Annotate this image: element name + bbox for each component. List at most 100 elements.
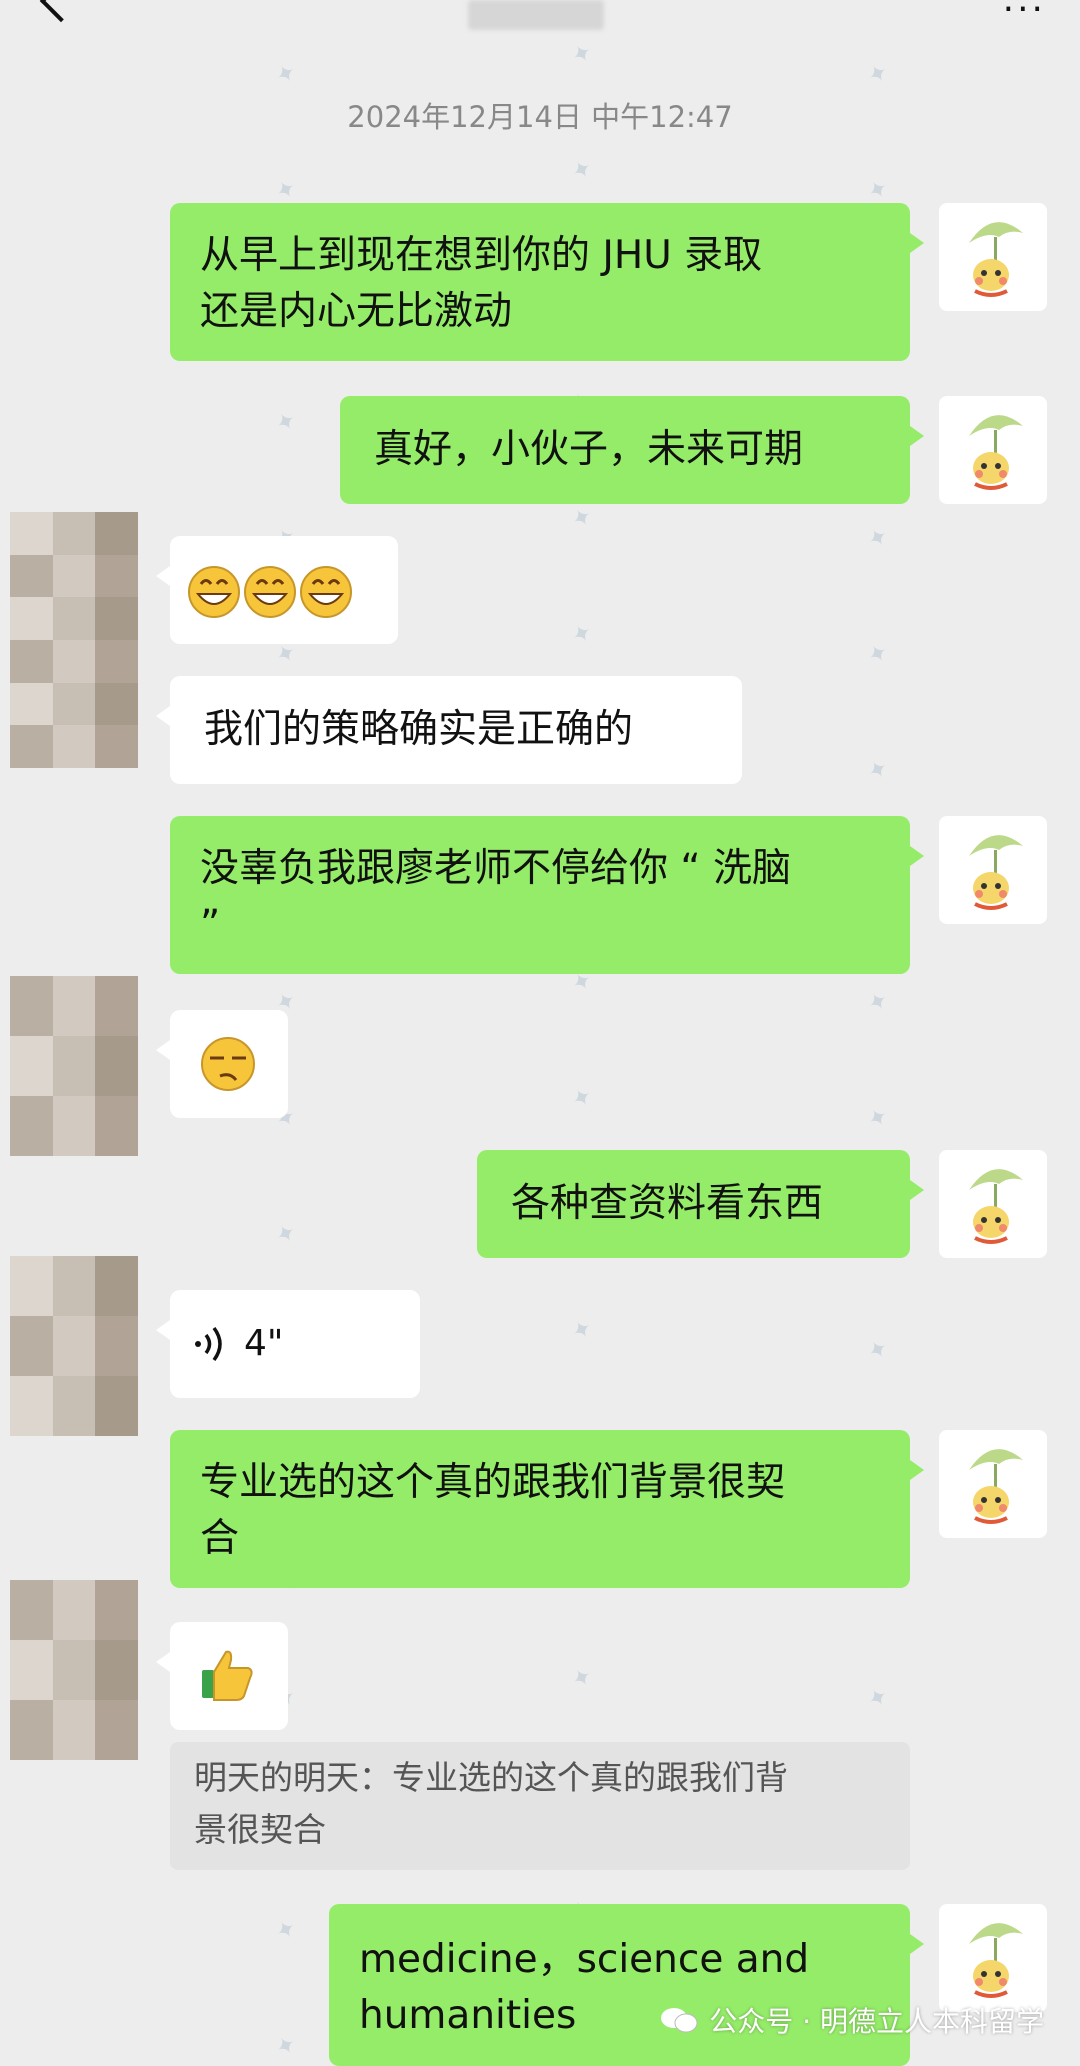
- voice-duration: 4": [244, 1323, 284, 1364]
- background-watermark: ✦: [0, 1312, 6, 1348]
- avatar-pixel-block: [10, 1640, 53, 1700]
- contact-avatar-blurred[interactable]: [10, 976, 138, 1156]
- contact-avatar-blurred[interactable]: [10, 1256, 138, 1436]
- thumbs-up-emoji-icon: [202, 1650, 253, 1701]
- avatar-pixel-block: [10, 1036, 53, 1096]
- background-watermark: ✦: [0, 1428, 6, 1464]
- avatar-pixel-block: [52, 682, 96, 726]
- avatar-pixel-block: [95, 1376, 138, 1436]
- background-watermark: ✦: [270, 1912, 302, 1948]
- avatar-pixel-block: [10, 554, 53, 598]
- avatar-pixel-block: [52, 640, 96, 683]
- contact-avatar-blurred[interactable]: [10, 1580, 138, 1760]
- avatar-pixel-block: [10, 512, 53, 555]
- avatar-pixel-block: [52, 1096, 96, 1156]
- message-timestamp: 2024年12月14日 中午12:47: [347, 100, 733, 134]
- smirk-face-emoji-icon: [201, 1037, 255, 1091]
- background-watermark: ✦: [0, 1544, 6, 1580]
- avatar-pixel-block: [95, 554, 138, 598]
- cartoon-avatar-icon: [969, 1923, 1023, 1998]
- background-watermark: ✦: [270, 404, 302, 440]
- message-bubble-outgoing[interactable]: medicine，science and humanities: [329, 1904, 924, 2066]
- background-watermark: ✦: [270, 56, 302, 92]
- contact-avatar-blurred[interactable]: [10, 512, 138, 768]
- more-options-icon[interactable]: ···: [1003, 0, 1046, 28]
- background-watermark: ✦: [566, 616, 598, 652]
- background-watermark: ✦: [566, 1312, 598, 1348]
- quoted-message[interactable]: 明天的明天：专业选的这个真的跟我们背 景很契合: [170, 1742, 910, 1870]
- message-bubble-outgoing[interactable]: 真好，小伙子，未来可期: [340, 396, 924, 504]
- avatar-pixel-block: [10, 1256, 53, 1316]
- my-avatar[interactable]: [939, 1150, 1047, 1258]
- chat-title-blurred: [468, 0, 604, 30]
- background-watermark: ✦: [0, 1196, 6, 1232]
- avatar-pixel-block: [52, 1256, 96, 1316]
- avatar-pixel-block: [52, 976, 96, 1036]
- chat-header: ···: [0, 0, 1080, 60]
- back-arrow-icon[interactable]: [39, 0, 83, 23]
- my-avatar[interactable]: [939, 816, 1047, 924]
- background-watermark: ✦: [862, 172, 894, 208]
- avatar-pixel-block: [95, 1640, 138, 1700]
- avatar-pixel-block: [52, 1316, 96, 1376]
- avatar-pixel-block: [95, 640, 138, 683]
- background-watermark: ✦: [0, 2008, 6, 2044]
- background-watermark: ✦: [270, 2028, 302, 2064]
- cartoon-avatar-icon: [969, 835, 1023, 910]
- cartoon-avatar-icon: [969, 222, 1023, 297]
- avatar-pixel-block: [95, 1256, 138, 1316]
- background-watermark: ✦: [0, 1660, 6, 1696]
- my-avatar[interactable]: [939, 1904, 1047, 2012]
- avatar-pixel-block: [10, 976, 53, 1036]
- background-watermark: ✦: [0, 500, 6, 536]
- background-watermark: ✦: [0, 848, 6, 884]
- background-watermark: ✦: [862, 56, 894, 92]
- voice-message-bubble[interactable]: 4": [156, 1290, 420, 1398]
- avatar-pixel-block: [95, 1700, 138, 1760]
- background-watermark: ✦: [566, 1660, 598, 1696]
- wechat-icon: [659, 2006, 699, 2034]
- message-bubble-incoming[interactable]: 我们的策略确实是正确的: [156, 676, 742, 784]
- avatar-pixel-block: [95, 512, 138, 555]
- background-watermark: ✦: [862, 1680, 894, 1716]
- avatar-pixel-block: [95, 1096, 138, 1156]
- avatar-pixel-block: [95, 1580, 138, 1640]
- cartoon-avatar-icon: [969, 415, 1023, 490]
- message-bubble-incoming[interactable]: [156, 536, 398, 644]
- message-bubble-outgoing[interactable]: 各种查资料看东西: [477, 1150, 924, 1258]
- message-bubble-outgoing[interactable]: 没辜负我跟廖老师不停给你 “ 洗脑 ”: [170, 816, 924, 974]
- avatar-pixel-block: [10, 1376, 53, 1436]
- avatar-pixel-block: [10, 1700, 53, 1760]
- avatar-pixel-block: [10, 1580, 53, 1640]
- avatar-pixel-block: [95, 725, 138, 768]
- message-bubble-incoming[interactable]: [156, 1010, 288, 1118]
- background-watermark: ✦: [566, 1080, 598, 1116]
- my-avatar[interactable]: [939, 1430, 1047, 1538]
- avatar-pixel-block: [52, 1640, 96, 1700]
- official-account-watermark: 公众号 · 明德立人本科留学: [659, 2000, 1044, 2040]
- my-avatar[interactable]: [939, 396, 1047, 504]
- voice-wave-icon: [195, 1326, 222, 1362]
- background-watermark: ✦: [862, 1332, 894, 1368]
- my-avatar[interactable]: [939, 203, 1047, 311]
- message-bubble-incoming[interactable]: [156, 1622, 288, 1730]
- avatar-pixel-block: [52, 725, 96, 768]
- avatar-pixel-block: [52, 512, 96, 555]
- avatar-pixel-block: [95, 1316, 138, 1376]
- avatar-pixel-block: [10, 1316, 53, 1376]
- message-bubble-outgoing[interactable]: 专业选的这个真的跟我们背景很契 合: [170, 1430, 924, 1588]
- background-watermark: ✦: [862, 752, 894, 788]
- avatar-pixel-block: [10, 725, 53, 768]
- avatar-pixel-block: [10, 640, 53, 683]
- background-watermark: ✦: [270, 172, 302, 208]
- avatar-pixel-block: [52, 1700, 96, 1760]
- message-bubble-outgoing[interactable]: 从早上到现在想到你的 JHU 录取 还是内心无比激动: [170, 203, 924, 361]
- background-watermark: ✦: [0, 964, 6, 1000]
- background-watermark: ✦: [0, 1776, 6, 1812]
- background-watermark: ✦: [862, 636, 894, 672]
- grinning-face-emoji-icon: [188, 565, 353, 619]
- avatar-pixel-block: [52, 1376, 96, 1436]
- background-watermark: ✦: [0, 616, 6, 652]
- avatar-pixel-block: [10, 597, 53, 640]
- avatar-pixel-block: [95, 1036, 138, 1096]
